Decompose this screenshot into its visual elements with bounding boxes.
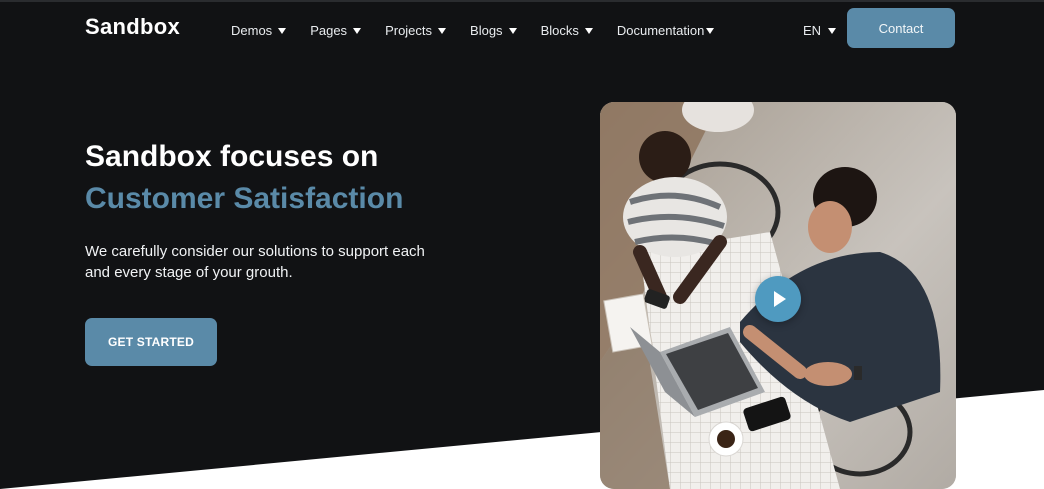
brand-logo[interactable]: Sandbox: [85, 14, 180, 40]
contact-button[interactable]: Contact: [847, 8, 955, 48]
nav-item-pages[interactable]: Pages: [310, 20, 362, 40]
nav-item-demos[interactable]: Demos: [231, 20, 287, 40]
hero-title: Sandbox focuses on Customer Satisfaction: [85, 136, 403, 220]
hero-video-thumbnail[interactable]: [600, 102, 956, 489]
nav-item-projects[interactable]: Projects: [385, 20, 447, 40]
caret-down-icon: [353, 27, 362, 34]
get-started-button[interactable]: GET STARTED: [85, 318, 217, 366]
nav-item-label: Projects: [385, 22, 433, 38]
hero-title-line1: Sandbox focuses on: [85, 140, 379, 173]
nav-item-label: Blogs: [470, 22, 503, 38]
top-border: [0, 0, 1044, 2]
main-navigation: Demos Pages Projects Blogs Blocks Docume…: [231, 20, 738, 40]
nav-item-blogs[interactable]: Blogs: [470, 20, 517, 40]
caret-down-icon: [828, 27, 837, 34]
hero-title-highlight: Customer Satisfaction: [85, 182, 404, 215]
nav-item-label: Demos: [231, 22, 273, 38]
play-button[interactable]: [755, 276, 801, 322]
nav-item-label: Pages: [310, 22, 348, 38]
caret-down-icon: [438, 27, 447, 34]
play-icon: [774, 291, 786, 307]
hero-description: We carefully consider our solutions to s…: [85, 243, 425, 281]
language-selector[interactable]: EN: [803, 20, 837, 40]
nav-item-label: Documentation: [616, 22, 705, 38]
caret-down-icon: [508, 27, 517, 34]
nav-item-blocks[interactable]: Blocks: [541, 20, 593, 40]
nav-item-documentation[interactable]: Documentation: [616, 20, 715, 40]
language-label: EN: [803, 22, 822, 38]
caret-down-icon: [584, 27, 593, 34]
nav-item-label: Blocks: [540, 22, 579, 38]
caret-down-icon: [278, 27, 287, 34]
caret-down-icon: [706, 27, 715, 34]
